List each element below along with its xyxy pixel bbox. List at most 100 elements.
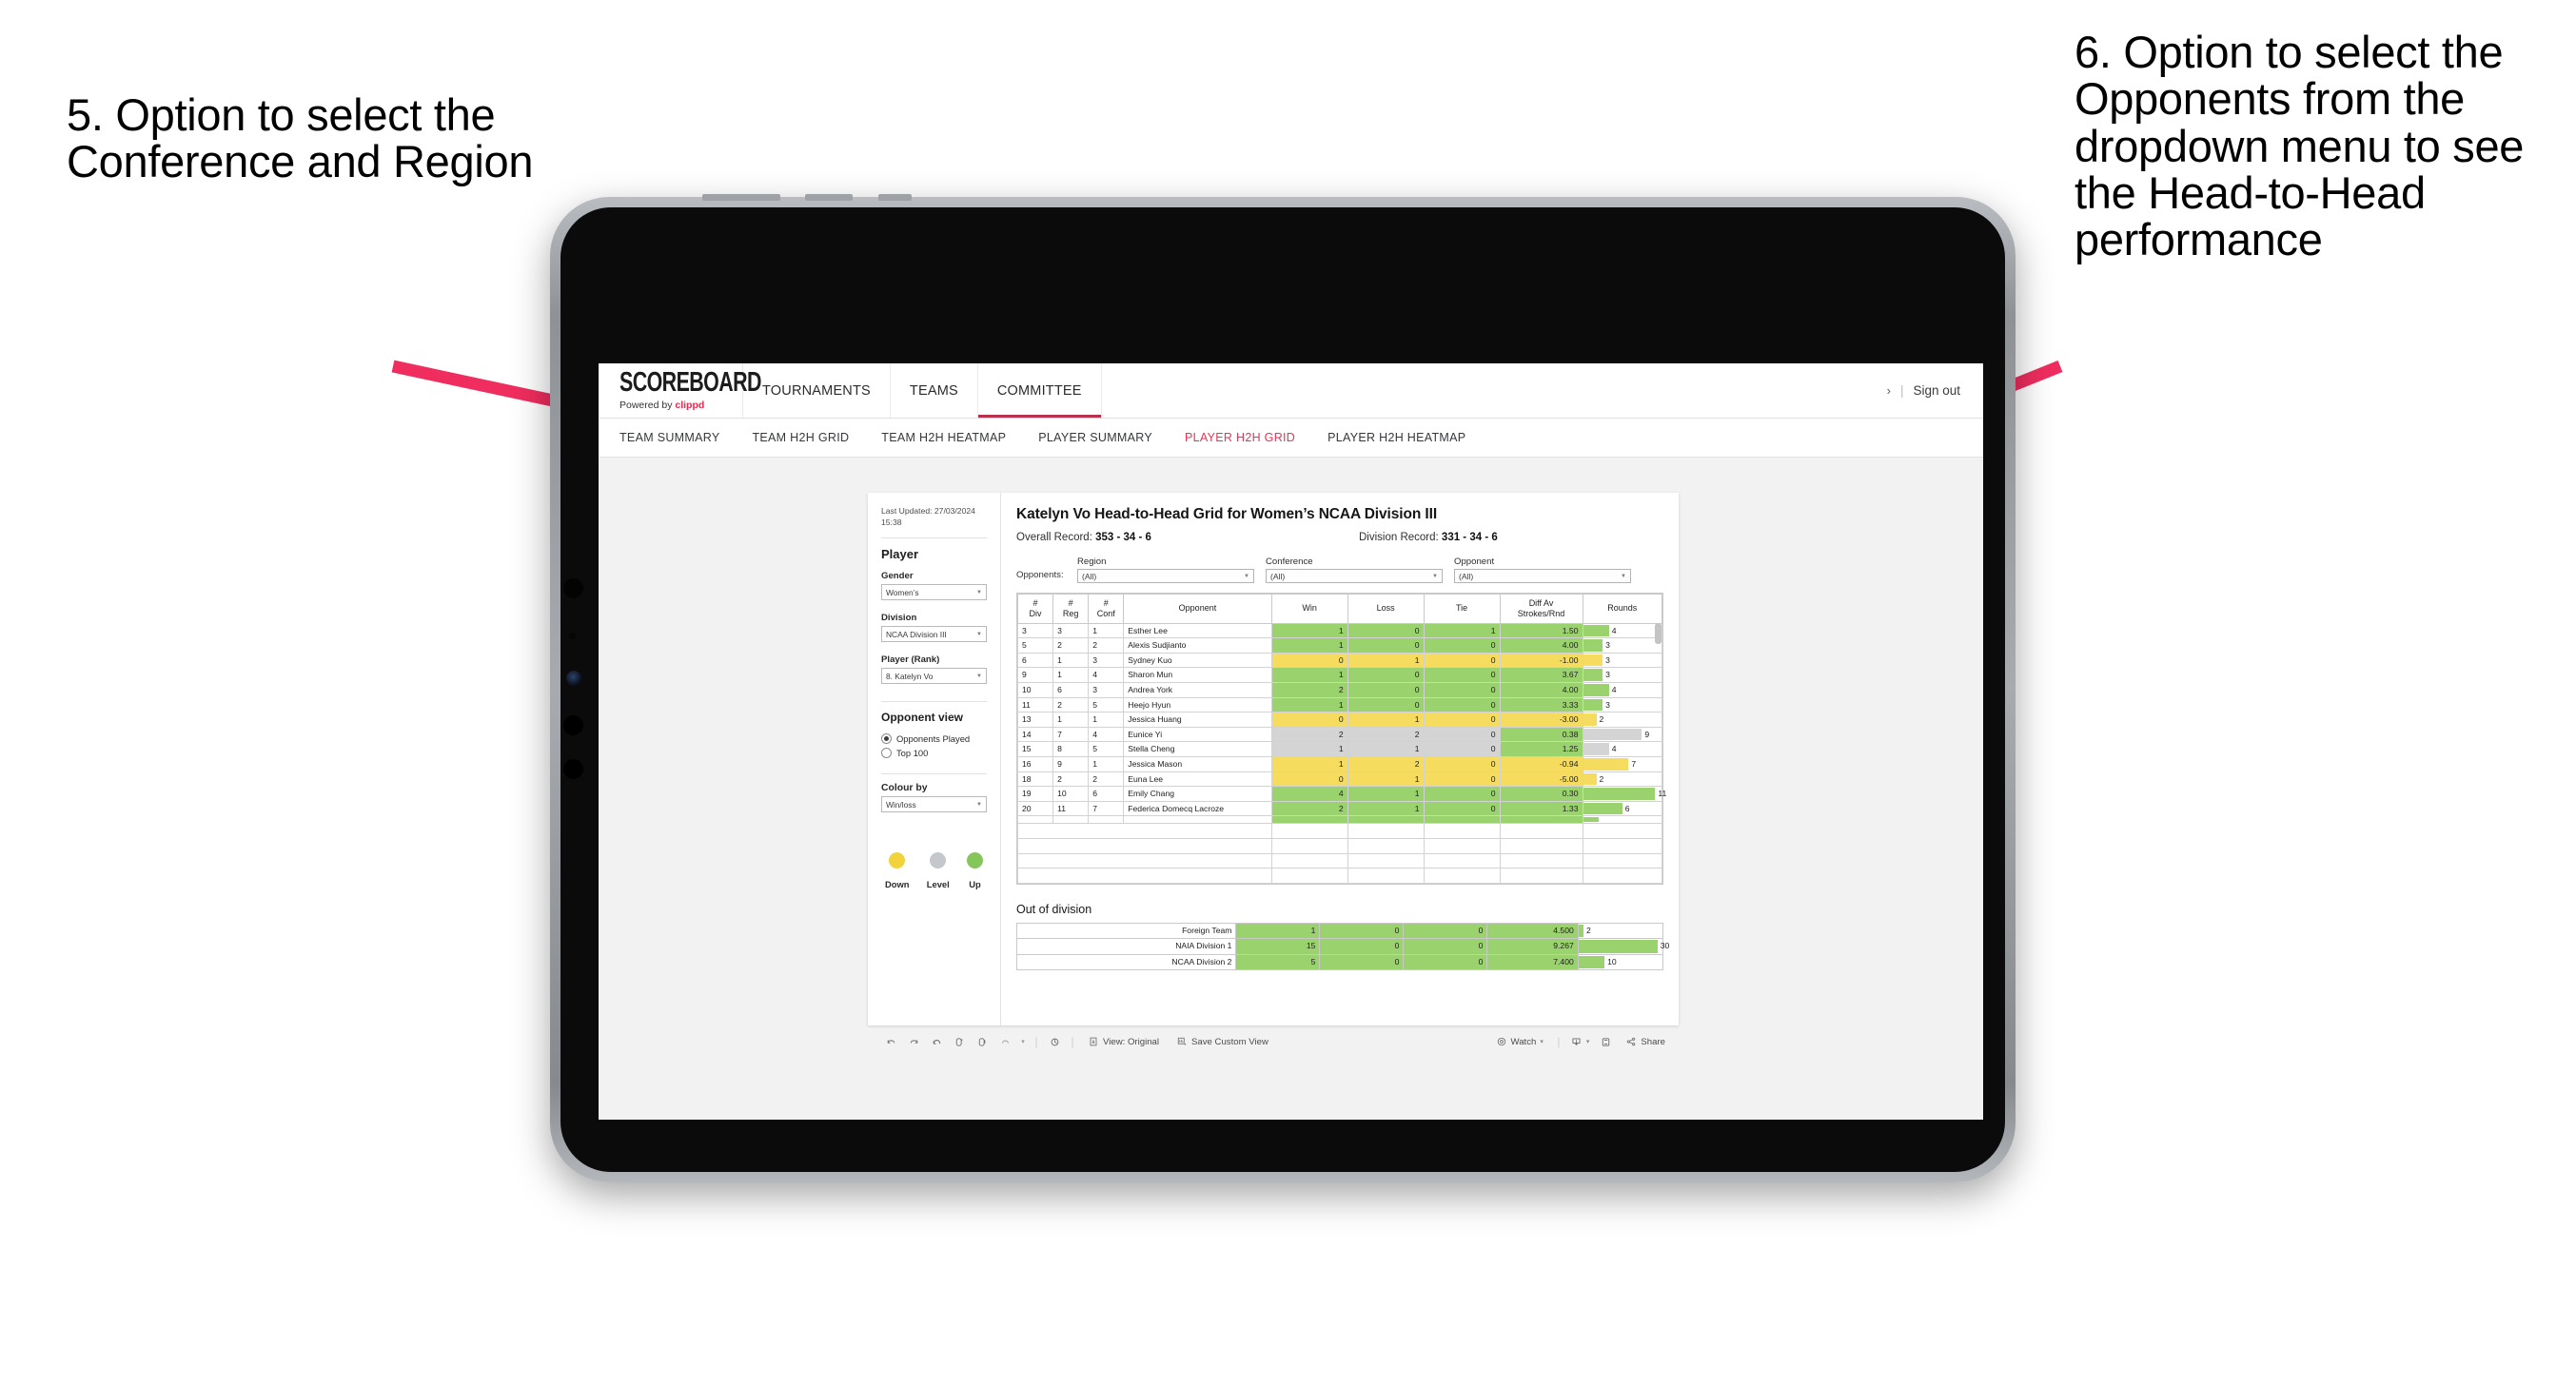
- cell-opponent: Andrea York: [1123, 681, 1272, 698]
- sensor-dot: [563, 578, 583, 598]
- annotation-right: 6. Option to select the Opponents from t…: [2075, 27, 2525, 265]
- logo-tagline: Powered by clippd: [619, 400, 742, 411]
- cell-opponent: Emily Chang: [1123, 786, 1272, 802]
- cell-tie: 0: [1423, 726, 1501, 743]
- subnav-item-player-h2h-heatmap[interactable]: PLAYER H2H HEATMAP: [1327, 431, 1486, 444]
- player-section-heading: Player: [881, 547, 919, 562]
- out-of-division-body: Foreign Team 1 0 0 4.500 2 NAIA Division 1 15 0 0…: [1015, 922, 1669, 971]
- refresh-icon[interactable]: [948, 1036, 971, 1048]
- table-row[interactable]: 5 2 2 Alexis Sudjianto 1 0 0 4.00 3: [1016, 637, 1662, 654]
- colour-by-select[interactable]: Win/loss ▼: [881, 796, 987, 813]
- watch-button[interactable]: Watch ▾: [1487, 1036, 1552, 1047]
- grid-scrollbar[interactable]: [1655, 623, 1662, 644]
- view-original-button[interactable]: View: Original: [1079, 1036, 1168, 1047]
- pan-icon[interactable]: [993, 1036, 1016, 1048]
- gender-select[interactable]: Women’s ▼: [881, 584, 987, 601]
- revert-icon[interactable]: [925, 1036, 948, 1048]
- redo-icon[interactable]: [902, 1036, 925, 1048]
- table-row[interactable]: 20 11 7 Federica Domecq Lacroze 2 1 0 1.33 6: [1016, 800, 1662, 817]
- table-row[interactable]: 9 1 4 Sharon Mun 1 0 0 3.67 3: [1016, 667, 1662, 683]
- subnav-item-player-h2h-grid[interactable]: PLAYER H2H GRID: [1185, 431, 1316, 444]
- topnav-item-tournaments[interactable]: TOURNAMENTS: [743, 363, 891, 418]
- cell-diff: 1.33: [1499, 800, 1583, 817]
- cell-reg: 1: [1052, 667, 1090, 683]
- cell-win: 0: [1270, 712, 1348, 728]
- cell-reg: 7: [1052, 726, 1090, 743]
- division-select[interactable]: NCAA Division III ▼: [881, 626, 987, 643]
- sensor-dot: [569, 633, 576, 639]
- table-row[interactable]: 6 1 3 Sydney Kuo 0 1 0 -1.00 3: [1016, 652, 1662, 669]
- cell-opponent: Eunice Yi: [1123, 726, 1272, 743]
- table-row[interactable]: 16 9 1 Jessica Mason 1 2 0 -0.94 7: [1016, 755, 1662, 772]
- col-conf: # Conf: [1088, 594, 1125, 624]
- table-row[interactable]: 3 3 1 Esther Lee 1 0 1 1.50 4: [1016, 622, 1662, 639]
- topnav-item-committee[interactable]: COMMITTEE: [977, 363, 1102, 418]
- sign-out-link[interactable]: Sign out: [1913, 383, 1960, 398]
- topnav-item-teams[interactable]: TEAMS: [891, 363, 978, 418]
- region-filter: Region (All) ▼: [1077, 556, 1254, 583]
- table-row[interactable]: 14 7 4 Eunice Yi 2 2 0 0.38 9: [1016, 726, 1662, 743]
- chevron-right-icon[interactable]: ›: [1887, 383, 1891, 398]
- region-label: Region: [1077, 556, 1107, 567]
- opponent-select[interactable]: (All) ▼: [1454, 569, 1631, 583]
- legend-dot-level: [930, 852, 947, 869]
- subnav-item-team-h2h-grid[interactable]: TEAM H2H GRID: [752, 431, 870, 444]
- app-viewport: SCOREBOARD Powered by clippd TOURNAMENTS…: [599, 363, 1983, 1120]
- grid-header: # Div # Reg # Conf Opponent Win Loss Tie Di…: [1016, 594, 1662, 624]
- cell-rounds: 3: [1582, 652, 1662, 669]
- table-row[interactable]: NAIA Division 1 15 0 0 9.267 30: [1015, 938, 1669, 955]
- cell-loss: 0: [1347, 637, 1425, 654]
- radio-opponents-played[interactable]: Opponents Played: [881, 733, 987, 745]
- download-button[interactable]: ▾: [1565, 1036, 1595, 1048]
- legend-label-up: Up: [969, 879, 981, 890]
- cell-rounds: 2: [1577, 922, 1664, 940]
- table-row[interactable]: NCAA Division 2 5 0 0 7.400 10: [1015, 953, 1664, 971]
- table-row[interactable]: Foreign Team 1 0 0 4.500 2: [1015, 922, 1664, 940]
- table-row-empty: [1017, 868, 1662, 884]
- col-diff: Diff Av Strokes/Rnd: [1499, 594, 1583, 624]
- overall-record-value: 353 - 34 - 6: [1095, 532, 1151, 543]
- table-row[interactable]: 10 6 3 Andrea York 2 0 0 4.00 4: [1016, 681, 1662, 698]
- cell-conf: 2: [1088, 771, 1125, 788]
- table-row[interactable]: 11 2 5 Heejo Hyun 1 0 0 3.33 3: [1016, 696, 1662, 713]
- scoreboard-logo[interactable]: SCOREBOARD Powered by clippd: [599, 363, 761, 418]
- table-row[interactable]: 19 10 6 Emily Chang 4 1 0 0.30 11: [1016, 786, 1666, 802]
- pause-icon[interactable]: [971, 1036, 993, 1048]
- radio-top-100[interactable]: Top 100: [881, 748, 987, 759]
- cell-conf: 1: [1088, 622, 1125, 639]
- table-row-partial: [1016, 815, 1662, 825]
- cell-win: 1: [1235, 922, 1321, 940]
- subnav-item-team-summary[interactable]: TEAM SUMMARY: [619, 431, 740, 444]
- cell-loss: 2: [1347, 755, 1425, 772]
- cell-loss: 2: [1347, 726, 1425, 743]
- cell-diff: -0.94: [1499, 755, 1583, 772]
- highlight-icon[interactable]: [1043, 1036, 1066, 1048]
- subnav-item-team-h2h-heatmap[interactable]: TEAM H2H HEATMAP: [881, 431, 1027, 444]
- col-tie: Tie: [1423, 594, 1501, 624]
- table-row[interactable]: 18 2 2 Euna Lee 0 1 0 -5.00 2: [1016, 771, 1662, 788]
- annotation-left: 5. Option to select the Conference and R…: [67, 89, 534, 187]
- cell-conf: 3: [1088, 652, 1125, 669]
- cell-opponent: Stella Cheng: [1123, 741, 1272, 757]
- region-select[interactable]: (All) ▼: [1077, 569, 1254, 583]
- undo-icon[interactable]: [879, 1036, 902, 1048]
- subnav-item-player-summary[interactable]: PLAYER SUMMARY: [1038, 431, 1173, 444]
- table-row[interactable]: 15 8 5 Stella Cheng 1 1 0 1.25 4: [1016, 741, 1662, 757]
- cell-loss: 1: [1347, 652, 1425, 669]
- player-rank-select[interactable]: 8. Katelyn Vo ▼: [881, 668, 987, 685]
- share-button[interactable]: Share: [1617, 1036, 1679, 1047]
- legend-item-down: Down: [885, 852, 910, 889]
- conference-select[interactable]: (All) ▼: [1266, 569, 1443, 583]
- tablet-device: SCOREBOARD Powered by clippd TOURNAMENTS…: [550, 194, 2016, 1182]
- table-row[interactable]: 13 1 1 Jessica Huang 0 1 0 -3.00 2: [1016, 712, 1662, 728]
- cell-div: 6: [1016, 652, 1054, 669]
- fullscreen-icon[interactable]: [1594, 1036, 1617, 1048]
- save-custom-view-button[interactable]: Save Custom View: [1168, 1036, 1277, 1047]
- cell-loss: 0: [1319, 922, 1405, 940]
- opponents-label: Opponents:: [1016, 570, 1064, 580]
- cell-div: 5: [1016, 637, 1054, 654]
- cell-div: 10: [1016, 681, 1054, 698]
- cell-opponent: Federica Domecq Lacroze: [1123, 800, 1272, 817]
- radio-icon: [881, 748, 892, 759]
- chevron-down-icon[interactable]: ▾: [1016, 1038, 1030, 1045]
